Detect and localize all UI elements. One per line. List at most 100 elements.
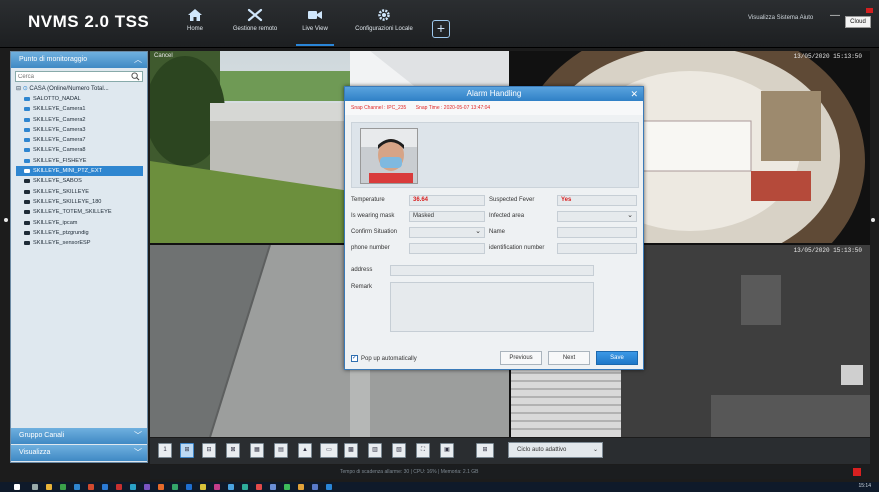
tree-items: SALOTTO_NADAL SKILLEYE_Camera1 SKILLEYE_Ca… — [16, 94, 147, 248]
close-icon[interactable]: ✕ — [630, 87, 638, 101]
popup-automatically-row[interactable]: ✓ Pop up automatically — [351, 353, 417, 365]
layout-6-button[interactable]: ⊟ — [202, 443, 216, 458]
name-input[interactable] — [557, 227, 637, 238]
right-edge-handle[interactable] — [871, 218, 875, 222]
nav-live-view[interactable]: Live View — [296, 6, 334, 46]
tree-item-camera[interactable]: SKILLEYE_Camera8 — [16, 145, 147, 155]
layout-64-button[interactable]: ▧ — [392, 443, 406, 458]
app-icon-10[interactable] — [242, 484, 248, 490]
app-icon-11[interactable] — [256, 484, 262, 490]
tree-item-camera[interactable]: SKILLEYE_TOTEM_SKILLEYE — [16, 207, 147, 217]
app-icon-7[interactable] — [200, 484, 206, 490]
layout-4-button[interactable]: ⊞ — [180, 443, 194, 458]
app-icon-12[interactable] — [270, 484, 276, 490]
tree-item-camera[interactable]: SKILLEYE_SKILLEYE — [16, 187, 147, 197]
infected-area-select[interactable]: ⌄ — [557, 211, 637, 222]
tree-item-camera[interactable]: SKILLEYE_SABOS — [16, 176, 147, 186]
app-icon-8[interactable] — [214, 484, 220, 490]
app-icon-6[interactable] — [186, 484, 192, 490]
cloud-button[interactable]: Cloud — [845, 16, 871, 28]
snapshot-button[interactable]: ▣ — [440, 443, 454, 458]
user-menu[interactable]: Visualizza Sistema Aiuto — [748, 15, 813, 21]
office-icon[interactable] — [88, 484, 94, 490]
start-icon[interactable] — [14, 484, 20, 490]
layout-25-button[interactable]: ▩ — [344, 443, 358, 458]
search-input[interactable] — [16, 72, 126, 81]
chrome-icon[interactable] — [60, 484, 66, 490]
view-header[interactable]: Visualizza ﹀ — [11, 445, 147, 461]
layout-36-button[interactable]: ▥ — [368, 443, 382, 458]
remark-textarea[interactable] — [390, 282, 594, 332]
tools-icon — [247, 8, 263, 22]
tree-item-camera[interactable]: SKILLEYE_ptzgrundig — [16, 228, 147, 238]
camera-icon — [24, 148, 30, 153]
confirm-situation-select[interactable]: ⌄ — [409, 227, 485, 238]
layout-9-button[interactable]: ▦ — [250, 443, 264, 458]
layout-1-button[interactable]: 1 — [158, 443, 172, 458]
address-input[interactable] — [390, 265, 594, 276]
tree-item-camera[interactable]: SKILLEYE_Camera1 — [16, 104, 147, 114]
tree-item-camera[interactable]: SKILLEYE_MINI_PTZ_EXT — [16, 166, 143, 177]
app-icon-13[interactable] — [284, 484, 290, 490]
face-snapshot[interactable] — [360, 128, 418, 184]
save-button[interactable]: Save — [596, 351, 638, 365]
identification-input[interactable] — [557, 243, 637, 254]
camera-icon — [24, 220, 30, 225]
outlook-icon[interactable] — [102, 484, 108, 490]
fullscreen-button[interactable]: ⛶ — [416, 443, 430, 458]
dialog-titlebar[interactable]: Alarm Handling ✕ — [345, 87, 643, 101]
home-icon — [188, 9, 202, 21]
snapshot-panel — [351, 122, 639, 188]
tree-item-camera[interactable]: SKILLEYE_Camera7 — [16, 135, 147, 145]
next-button[interactable]: Next — [548, 351, 590, 365]
tree-item-camera[interactable]: SALOTTO_NADAL — [16, 94, 147, 104]
tree-item-camera[interactable]: SKILLEYE_ipcam — [16, 218, 147, 228]
nav-home[interactable]: Home — [182, 6, 208, 46]
tree-item-camera[interactable]: SKILLEYE_SKILLEYE_180 — [16, 197, 147, 207]
minimize-button[interactable]: — — [830, 10, 840, 21]
tree-item-camera[interactable]: SKILLEYE_Camera3 — [16, 125, 147, 135]
temperature-label: Temperature — [351, 197, 385, 203]
app-icon-3[interactable] — [144, 484, 150, 490]
camera-icon — [24, 189, 30, 194]
tree-item-label: SKILLEYE_Camera1 — [33, 106, 86, 113]
app-icon-1[interactable] — [116, 484, 122, 490]
collapse-icon[interactable]: ⊟ — [16, 86, 21, 92]
sidebar: Punto di monitoraggio ︿ ⊟ ⊙ CASA (Online… — [10, 51, 148, 463]
edge-icon[interactable] — [74, 484, 80, 490]
tree-item-camera[interactable]: SKILLEYE_sensorESP — [16, 238, 147, 248]
add-tab-button[interactable]: + — [432, 20, 450, 38]
phone-input[interactable] — [409, 243, 485, 254]
tree-item-camera[interactable]: SKILLEYE_Camera2 — [16, 115, 147, 125]
previous-button[interactable]: Previous — [500, 351, 542, 365]
nvms-taskbar-icon[interactable] — [326, 484, 332, 490]
layout-8-button[interactable]: ⊠ — [226, 443, 240, 458]
nav-remote[interactable]: Gestione remoto — [228, 6, 282, 46]
search-taskbar-icon[interactable] — [32, 484, 38, 490]
tree-root-casa[interactable]: ⊟ ⊙ CASA (Online/Numero Total... — [16, 84, 147, 94]
tree-item-camera[interactable]: SKILLEYE_FISHEYE — [16, 156, 147, 166]
app-icon-5[interactable] — [172, 484, 178, 490]
channel-group-header[interactable]: Gruppo Canali ﹀ — [11, 428, 147, 444]
grid-view-button[interactable]: ⊞ — [476, 443, 494, 458]
layout-13-button[interactable]: ▤ — [274, 443, 288, 458]
chevron-up-icon: ︿ — [134, 55, 142, 64]
app-icon-9[interactable] — [228, 484, 234, 490]
alarm-indicator-icon[interactable] — [853, 468, 861, 476]
app-icon-15[interactable] — [312, 484, 318, 490]
camera-icon — [24, 127, 30, 132]
explorer-icon[interactable] — [46, 484, 52, 490]
popup-checkbox[interactable]: ✓ — [351, 354, 358, 362]
left-edge-handle[interactable] — [4, 218, 8, 222]
app-icon-2[interactable] — [130, 484, 136, 490]
app-icon-4[interactable] — [158, 484, 164, 490]
camera-icon — [24, 97, 30, 101]
app-icon-14[interactable] — [298, 484, 304, 490]
layout-custom-button[interactable]: ▭ — [320, 443, 338, 458]
nav-local-config[interactable]: Configurazioni Locale — [344, 6, 424, 46]
layout-16-button[interactable]: ▲ — [298, 443, 312, 458]
search-icon[interactable] — [131, 72, 140, 81]
layout-mode-select[interactable]: Ciclo auto adattivo ⌄ — [508, 442, 603, 458]
layout-mode-value: Ciclo auto adattivo — [517, 447, 567, 453]
monitoring-points-header[interactable]: Punto di monitoraggio ︿ — [11, 52, 147, 68]
